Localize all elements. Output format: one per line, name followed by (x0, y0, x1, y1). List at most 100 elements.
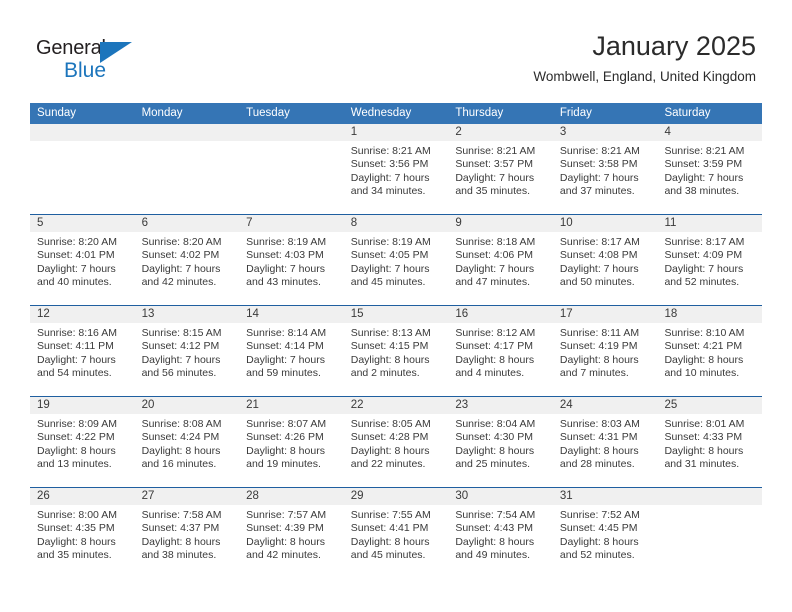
day-number[interactable]: 2 (448, 124, 553, 141)
day-number[interactable]: 17 (553, 306, 658, 323)
sunset-text: Sunset: 4:45 PM (559, 522, 638, 535)
daylight-text-line1: Daylight: 8 hours (455, 444, 535, 457)
day-number[interactable]: 20 (135, 397, 240, 414)
daylight-text-line2: and 59 minutes. (246, 367, 321, 380)
daylight-text-line2: and 38 minutes. (141, 549, 217, 562)
day-number[interactable]: 3 (553, 124, 658, 141)
sunset-text: Sunset: 4:33 PM (664, 431, 743, 444)
day-cell-details: Sunrise: 8:21 AM Sunset: 3:59 PM Daylight:… (657, 141, 762, 214)
sunrise-text: Sunrise: 8:17 AM (559, 236, 640, 248)
sunset-text: Sunset: 4:05 PM (350, 249, 429, 262)
day-number[interactable]: 26 (30, 488, 135, 505)
day-cell-details: Sunrise: 8:21 AM Sunset: 3:56 PM Daylight:… (344, 141, 449, 214)
sunrise-text: Sunrise: 8:21 AM (559, 145, 640, 157)
day-cell-details: Sunrise: 7:57 AM Sunset: 4:39 PM Daylight:… (239, 505, 344, 578)
generalblue-logo[interactable]: General Blue (36, 36, 146, 84)
day-number[interactable]: 9 (448, 215, 553, 232)
daylight-text-line1: Daylight: 7 hours (455, 171, 535, 184)
day-cell-details: Sunrise: 8:20 AM Sunset: 4:01 PM Daylight:… (30, 232, 135, 305)
sunset-text: Sunset: 4:37 PM (141, 522, 220, 535)
day-number[interactable]: 11 (657, 215, 762, 232)
day-number[interactable]: 21 (239, 397, 344, 414)
day-number[interactable]: 16 (448, 306, 553, 323)
sunrise-text: Sunrise: 8:12 AM (455, 327, 536, 339)
day-cell-details: Sunrise: 8:14 AM Sunset: 4:14 PM Daylight:… (239, 323, 344, 396)
daylight-text-line2: and 50 minutes. (559, 276, 635, 289)
day-cell-details: Sunrise: 8:00 AM Sunset: 4:35 PM Daylight:… (30, 505, 135, 578)
daylight-text-line1: Daylight: 8 hours (246, 444, 325, 457)
sunset-text: Sunset: 4:01 PM (37, 249, 115, 262)
calendar-week-row: 5 6 7 8 9 10 11 Sunrise: 8:20 AM Sunset: 4:01 PM… (30, 214, 762, 305)
daylight-text-line1: Daylight: 8 hours (350, 444, 430, 457)
day-number[interactable]: 31 (553, 488, 658, 505)
day-cell-details: Sunrise: 7:52 AM Sunset: 4:45 PM Daylight:… (553, 505, 658, 578)
day-number[interactable]: 10 (553, 215, 658, 232)
day-cell-details: Sunrise: 8:19 AM Sunset: 4:05 PM Daylight:… (344, 232, 449, 305)
daylight-text-line2: and 37 minutes. (559, 185, 635, 198)
day-number[interactable]: 14 (239, 306, 344, 323)
day-number[interactable]: 12 (30, 306, 135, 323)
day-cell-details: Sunrise: 8:13 AM Sunset: 4:15 PM Daylight:… (344, 323, 449, 396)
sunrise-text: Sunrise: 7:58 AM (141, 509, 222, 521)
daylight-text-line1: Daylight: 8 hours (141, 535, 221, 548)
day-number[interactable]: 25 (657, 397, 762, 414)
daylight-text-line2: and 2 minutes. (350, 367, 420, 380)
weekday-header-monday: Monday (141, 107, 183, 119)
day-number[interactable]: 18 (657, 306, 762, 323)
sunset-text: Sunset: 4:24 PM (141, 431, 220, 444)
sunrise-text: Sunrise: 8:14 AM (246, 327, 327, 339)
day-number[interactable]: 5 (30, 215, 135, 232)
daylight-text-line2: and 35 minutes. (37, 549, 112, 562)
daylight-text-line2: and 43 minutes. (246, 276, 321, 289)
sunset-text: Sunset: 4:26 PM (246, 431, 324, 444)
day-cell-details: Sunrise: 8:17 AM Sunset: 4:09 PM Daylight:… (657, 232, 762, 305)
sunset-text: Sunset: 4:41 PM (350, 522, 429, 535)
daylight-text-line2: and 13 minutes. (37, 458, 112, 471)
day-number[interactable]: 19 (30, 397, 135, 414)
day-cell-details: Sunrise: 8:15 AM Sunset: 4:12 PM Daylight:… (135, 323, 240, 396)
daylight-text-line2: and 16 minutes. (141, 458, 217, 471)
daylight-text-line2: and 45 minutes. (350, 276, 426, 289)
day-number[interactable]: 7 (239, 215, 344, 232)
day-number[interactable]: 6 (135, 215, 240, 232)
day-cell-details: Sunrise: 8:18 AM Sunset: 4:06 PM Daylight:… (448, 232, 553, 305)
daylight-text-line2: and 35 minutes. (455, 185, 531, 198)
day-number[interactable]: 27 (135, 488, 240, 505)
day-number[interactable]: 28 (239, 488, 344, 505)
day-detail-band: Sunrise: 8:21 AM Sunset: 3:56 PM Daylight:… (30, 141, 762, 214)
sunrise-text: Sunrise: 8:00 AM (37, 509, 117, 521)
daylight-text-line1: Daylight: 7 hours (141, 262, 221, 275)
daylight-text-line1: Daylight: 7 hours (141, 353, 221, 366)
sunrise-text: Sunrise: 8:07 AM (246, 418, 327, 430)
day-cell-details: Sunrise: 8:12 AM Sunset: 4:17 PM Daylight:… (448, 323, 553, 396)
daylight-text-line1: Daylight: 7 hours (37, 353, 116, 366)
day-number[interactable]: 1 (344, 124, 449, 141)
day-number[interactable]: 23 (448, 397, 553, 414)
weeks-container: 1 2 3 4 Sunrise: 8:21 AM Sunset: 3:56 PM Dayli… (30, 124, 762, 578)
daylight-text-line1: Daylight: 8 hours (455, 353, 535, 366)
daylight-text-line1: Daylight: 7 hours (246, 353, 325, 366)
day-detail-band: Sunrise: 8:20 AM Sunset: 4:01 PM Daylight:… (30, 232, 762, 305)
daylight-text-line1: Daylight: 7 hours (350, 262, 430, 275)
daylight-text-line2: and 19 minutes. (246, 458, 321, 471)
sunrise-text: Sunrise: 7:57 AM (246, 509, 327, 521)
daylight-text-line2: and 42 minutes. (246, 549, 321, 562)
sunset-text: Sunset: 4:30 PM (455, 431, 533, 444)
day-number[interactable]: 22 (344, 397, 449, 414)
daylight-text-line1: Daylight: 7 hours (559, 262, 639, 275)
day-number[interactable]: 24 (553, 397, 658, 414)
sunset-text: Sunset: 4:28 PM (350, 431, 429, 444)
daylight-text-line2: and 52 minutes. (664, 276, 740, 289)
day-number-band: 26 27 28 29 30 31 (30, 488, 762, 505)
day-number[interactable]: 30 (448, 488, 553, 505)
logo-text-general: General (36, 37, 106, 59)
daylight-text-line1: Daylight: 8 hours (141, 444, 221, 457)
weekday-header-friday: Friday (559, 107, 592, 119)
day-number[interactable]: 29 (344, 488, 449, 505)
day-number[interactable]: 13 (135, 306, 240, 323)
daylight-text-line2: and 40 minutes. (37, 276, 112, 289)
day-number[interactable]: 8 (344, 215, 449, 232)
day-number[interactable]: 4 (657, 124, 762, 141)
day-number[interactable]: 15 (344, 306, 449, 323)
day-cell-details: Sunrise: 8:05 AM Sunset: 4:28 PM Daylight:… (344, 414, 449, 487)
